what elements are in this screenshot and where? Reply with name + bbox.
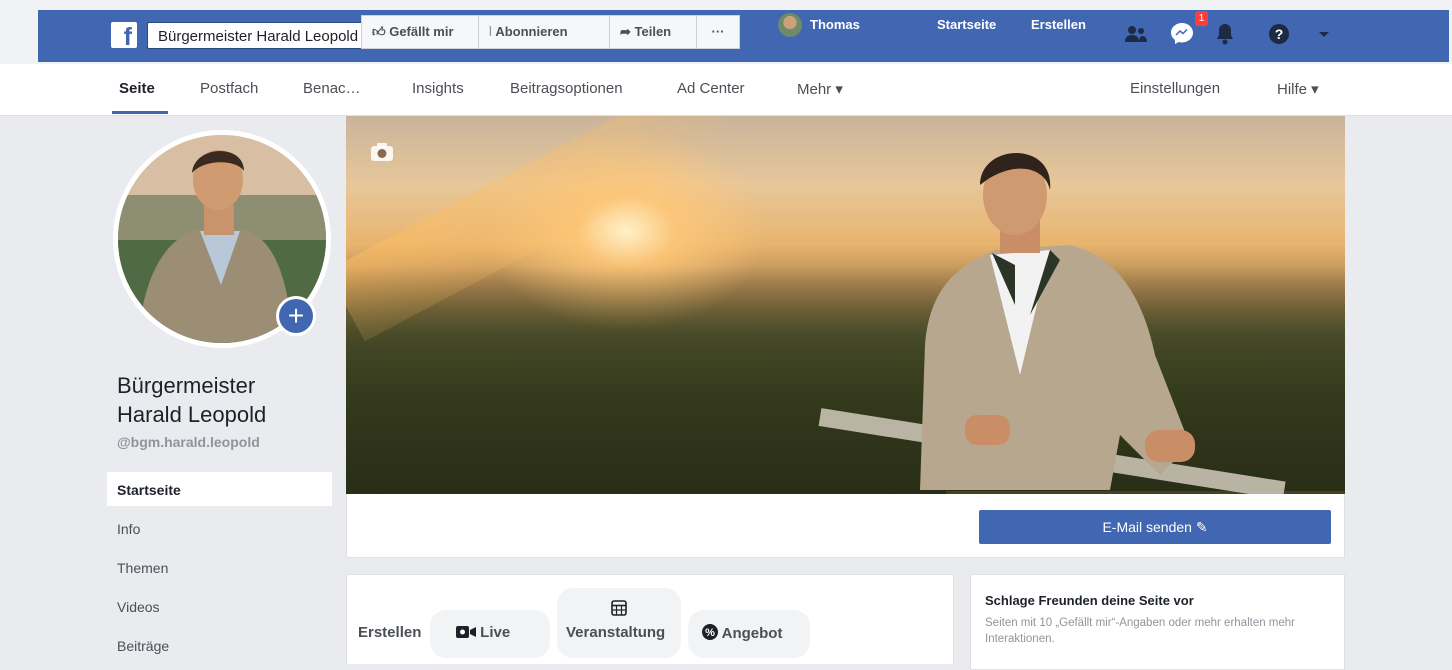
event-button-label: Veranstaltung [566,624,666,641]
card-divider [346,664,954,670]
thumbs-up-icon: 👍︎ [372,24,390,39]
add-profile-photo-button[interactable]: + [276,296,316,336]
more-actions-button[interactable]: ··· [696,15,740,49]
home-link[interactable]: Startseite [937,17,996,32]
help-icon[interactable]: ? [1268,23,1290,45]
active-tab-indicator [112,111,168,114]
invite-friends-description: Seiten mit 10 „Gefällt mir“-Angaben oder… [985,617,1296,645]
user-avatar[interactable] [778,13,802,37]
offer-button[interactable]: % Angebot [688,610,810,658]
blue-navbar: f Bürgermeister Harald Leopold [38,10,1449,62]
live-button-label: Live [480,624,511,641]
invite-friends-title: Schlage Freunden deine Seite vor [985,593,1194,608]
cover-person-image [920,152,1195,490]
offer-tag-icon: % [702,624,718,640]
pencil-icon: ✎ [1195,519,1208,535]
tab-ad-center[interactable]: Ad Center [677,80,745,97]
tab-einstellungen[interactable]: Einstellungen [1130,80,1220,97]
share-arrow-icon: ➦ [620,24,635,39]
messages-badge: 1 [1195,11,1208,26]
live-video-icon [456,626,476,638]
page-tab-navigation: Seite Postfach Benac… Insights Beitragso… [0,64,1452,116]
tab-seite[interactable]: Seite [119,80,155,97]
sidebar-item-videos[interactable]: Videos [107,589,332,623]
follow-button[interactable]: ⦚ Abonnieren [478,15,610,49]
page-title: Bürgermeister Harald Leopold [117,371,337,429]
svg-text:?: ? [1275,26,1284,42]
facebook-logo-icon[interactable]: f [111,22,137,48]
messenger-icon[interactable] [1170,22,1194,44]
offer-button-label: Angebot [721,625,783,642]
create-link[interactable]: Erstellen [1031,17,1086,32]
tab-beitragsoptionen[interactable]: Beitragsoptionen [510,80,623,97]
page-username[interactable]: @bgm.harald.leopold [117,434,260,450]
like-button[interactable]: 👍︎ Gefällt mir [361,15,479,49]
page-title-line1: Bürgermeister [117,373,256,398]
search-input[interactable]: Bürgermeister Harald Leopold [158,28,358,45]
share-button-label: Teilen [634,24,672,39]
tab-insights[interactable]: Insights [412,80,464,97]
sidebar-item-info[interactable]: Info [107,511,332,545]
account-dropdown-icon[interactable] [1318,31,1330,39]
sidebar-item-themen[interactable]: Themen [107,550,332,584]
event-button[interactable]: Veranstaltung [557,588,681,658]
send-email-button[interactable]: E-Mail senden ✎ [979,510,1331,544]
page-title-line2: Harald Leopold [117,402,267,427]
profile-link[interactable]: Thomas [810,17,860,32]
like-button-label: Gefällt mir [389,24,454,39]
share-button[interactable]: ➦ Teilen [609,15,697,49]
send-email-label: E-Mail senden [1102,519,1192,535]
plus-icon: + [279,299,313,333]
live-button[interactable]: Live [430,610,550,658]
notifications-bell-icon[interactable] [1215,23,1235,45]
tab-mehr[interactable]: Mehr ▾ [797,80,843,98]
friend-requests-icon[interactable] [1124,24,1148,44]
svg-text:%: % [705,627,715,639]
tab-hilfe[interactable]: Hilfe ▾ [1277,80,1319,98]
tab-postfach[interactable]: Postfach [200,80,258,97]
sidebar-item-startseite[interactable]: Startseite [107,472,332,506]
follow-button-label: Abonnieren [495,24,568,39]
sidebar-item-beitraege[interactable]: Beiträge [107,628,332,662]
calendar-icon [611,600,627,616]
create-post-label: Erstellen [358,624,422,641]
update-cover-camera-icon[interactable] [370,142,394,162]
tab-benachrichtigungen[interactable]: Benac… [303,80,361,97]
